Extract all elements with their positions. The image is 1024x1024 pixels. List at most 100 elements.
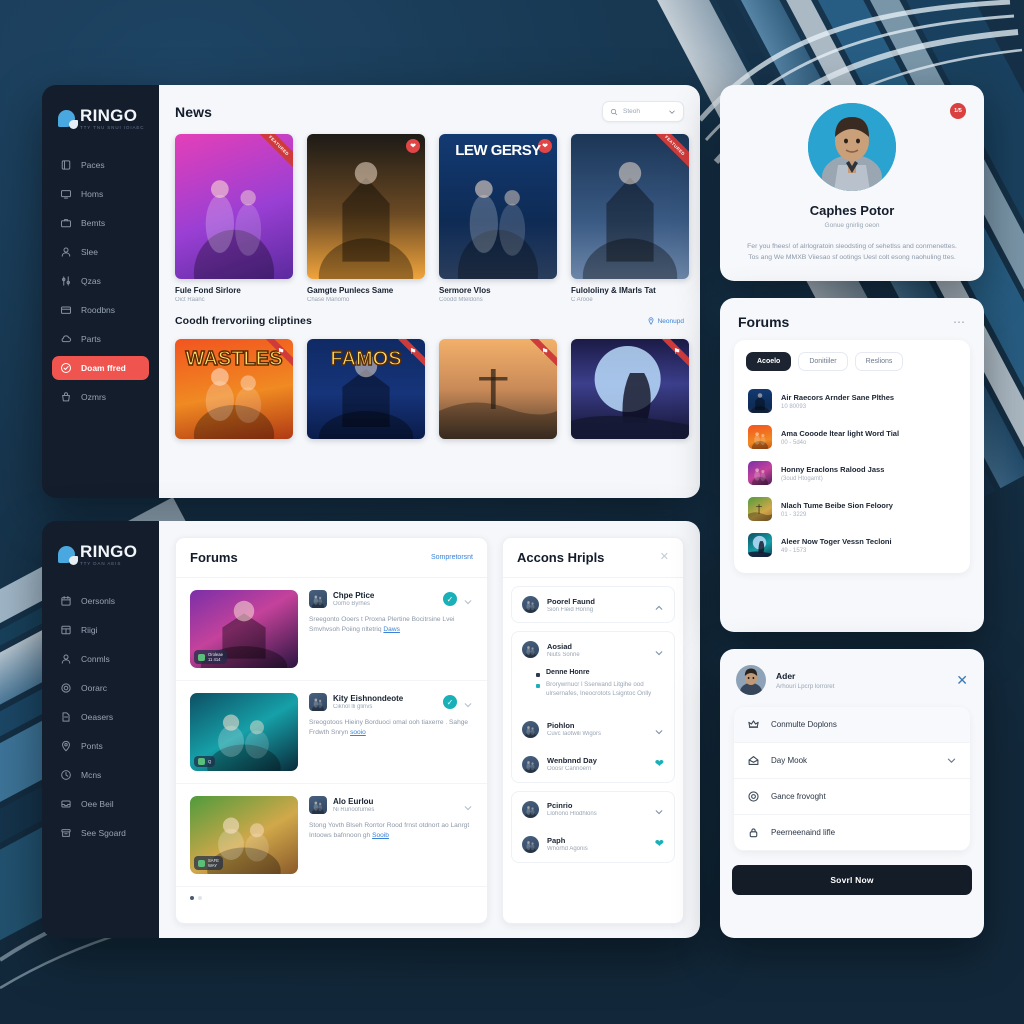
sidebar-item-4[interactable]: Qzas — [52, 269, 149, 293]
post-thumbnail[interactable]: Oroleae 11 414 — [190, 590, 298, 668]
sidebar-item-7[interactable]: Oee Beil — [52, 792, 149, 816]
sidebar-item-3[interactable]: Oorarc — [52, 676, 149, 700]
sidebar-item-2[interactable]: Bemts — [52, 211, 149, 235]
trending-card[interactable]: WASTLES ⚑ — [175, 339, 293, 439]
forum-post[interactable]: Q Kity Eishnondeote Ciknol lli glinvs ✓ Sreo… — [176, 681, 487, 784]
brand-logo-bottom[interactable]: RINGO TTY DAN AEIS — [52, 539, 149, 589]
chevron-down-icon[interactable] — [463, 803, 473, 813]
pagination-dot[interactable] — [190, 896, 194, 900]
access-row[interactable]: Paph Wnorhd Agonis ❤ — [512, 827, 674, 862]
sidebar-item-8[interactable]: See Sgoard — [52, 821, 149, 845]
notification-badge[interactable]: 1/5 — [950, 103, 966, 119]
trending-card-thumbnail[interactable]: ⚑ — [571, 339, 689, 439]
post-author-avatar[interactable] — [309, 796, 327, 814]
forums-tab[interactable]: Reslions — [854, 352, 904, 371]
news-card[interactable]: FEATURED Fule Fond Sirlore Oict Raanc — [175, 134, 293, 303]
forum-post[interactable]: SAFE WAY Alo Eurlou Ni Runoofumes Stong Yovt… — [176, 784, 487, 887]
flag-icon[interactable]: ⚑ — [406, 344, 420, 358]
sidebar-item-2[interactable]: Conmls — [52, 647, 149, 671]
pagination-dot[interactable] — [198, 896, 202, 900]
news-card-thumbnail[interactable]: FEATURED — [175, 134, 293, 279]
chevron-down-icon[interactable] — [463, 700, 473, 710]
flag-icon[interactable]: ⚑ — [538, 344, 552, 358]
chevron-down-icon[interactable] — [654, 727, 664, 737]
close-icon[interactable]: ✕ — [660, 552, 669, 563]
flag-icon[interactable]: ⚑ — [274, 344, 288, 358]
heart-icon[interactable]: ❤ — [655, 758, 664, 770]
trending-card[interactable]: ⚑ — [439, 339, 557, 439]
heart-badge-icon[interactable]: ❤ — [406, 139, 420, 153]
forums-list-item[interactable]: Aleer Now Toger Vessn Tecloni 49 - 1573 — [746, 527, 958, 563]
avatar[interactable] — [522, 800, 539, 818]
chevron-down-icon[interactable] — [463, 597, 473, 607]
chevron-up-icon[interactable] — [654, 600, 664, 610]
chevron-down-icon[interactable] — [654, 645, 664, 655]
chevron-down-icon[interactable] — [463, 594, 473, 607]
post-link[interactable]: Sooib — [372, 832, 389, 839]
news-card[interactable]: ❤ LEW GERSY Sermore Vlos Coodd Mteldons — [439, 134, 557, 303]
flag-icon[interactable]: ⚑ — [670, 344, 684, 358]
sidebar-item-5[interactable]: Ponts — [52, 734, 149, 758]
close-icon[interactable]: ✕ — [956, 673, 968, 687]
forums-tab[interactable]: Donitiiler — [798, 352, 848, 371]
trending-card-thumbnail[interactable]: FAMOS ⚑ — [307, 339, 425, 439]
avatar[interactable] — [522, 835, 539, 853]
save-button[interactable]: Sovrl Now — [732, 865, 972, 895]
access-row[interactable]: Poorel Faund Sion Fleid Honng — [512, 587, 674, 622]
forums-tab[interactable]: Acoelo — [746, 352, 792, 371]
sidebar-item-5[interactable]: Roodbns — [52, 298, 149, 322]
chevron-down-icon[interactable] — [463, 697, 473, 710]
options-row[interactable]: Day Mook — [734, 743, 970, 779]
chevron-down-icon[interactable] — [654, 724, 664, 737]
sidebar-item-0[interactable]: Oersonls — [52, 589, 149, 613]
access-row[interactable]: Aosiad Niuts Sonne — [512, 632, 674, 667]
chevron-down-icon[interactable] — [463, 800, 473, 813]
trending-card[interactable]: FAMOS ⚑ — [307, 339, 425, 439]
sidebar-item-1[interactable]: Homs — [52, 182, 149, 206]
chevron-up-icon[interactable] — [654, 603, 664, 613]
sidebar-item-6[interactable]: Parts — [52, 327, 149, 351]
avatar[interactable] — [522, 755, 539, 773]
avatar[interactable] — [808, 103, 896, 191]
heart-icon[interactable]: ❤ — [655, 838, 664, 850]
chevron-down-icon[interactable] — [654, 807, 664, 817]
forums-panel-action[interactable]: Sompretorsnt — [431, 554, 473, 561]
news-card-thumbnail[interactable]: ❤ — [307, 134, 425, 279]
access-row[interactable]: Pcinrio Llohono Hlodhlons — [512, 792, 674, 827]
trending-card[interactable]: ⚑ — [571, 339, 689, 439]
post-link[interactable]: Daws — [383, 626, 400, 633]
sidebar-item-3[interactable]: Slee — [52, 240, 149, 264]
forum-post[interactable]: Oroleae 11 414 Chpe Ptice Oorho Byrhes ✓ Sree… — [176, 578, 487, 681]
post-author-avatar[interactable] — [309, 693, 327, 711]
more-horizontal-icon[interactable]: ⋯ — [953, 316, 966, 328]
news-card-thumbnail[interactable]: ❤ LEW GERSY — [439, 134, 557, 279]
avatar[interactable] — [522, 720, 539, 738]
chevron-down-icon[interactable] — [668, 108, 676, 116]
options-row[interactable]: Gance frovoght — [734, 779, 970, 815]
options-row[interactable]: Conmulte Doplons — [734, 707, 970, 743]
chevron-down-icon[interactable] — [654, 804, 664, 817]
post-thumbnail[interactable]: Q — [190, 693, 298, 771]
post-link[interactable]: sooio — [350, 729, 366, 736]
avatar[interactable] — [522, 641, 539, 658]
sidebar-item-4[interactable]: Oeasers — [52, 705, 149, 729]
access-row[interactable]: Wenbnnd Day Ooosr Cannoern ❤ — [512, 747, 674, 782]
post-thumbnail[interactable]: SAFE WAY — [190, 796, 298, 874]
brand-logo-top[interactable]: RINGO TTY TNU SNUI IOIAEC — [52, 103, 149, 153]
forums-list-item[interactable]: Honny Eraclons Ralood Jass (3oud Htogamt) — [746, 455, 958, 491]
chevron-down-icon[interactable] — [946, 755, 957, 766]
news-card[interactable]: ❤ Gamgte Punlecs Same Chase Manomo — [307, 134, 425, 303]
sidebar-item-7[interactable]: Doam ffred — [52, 355, 149, 380]
forums-list-item[interactable]: Nlach Tume Beibe Sion Feloory 01 - 3229 — [746, 491, 958, 527]
news-card[interactable]: FEATURED Fulololiny & IMarls Tat C Arooe — [571, 134, 689, 303]
post-author-avatar[interactable] — [309, 590, 327, 608]
sidebar-item-6[interactable]: Mcns — [52, 763, 149, 787]
forums-pagination[interactable] — [176, 887, 487, 909]
chevron-down-icon[interactable] — [654, 648, 664, 658]
avatar[interactable] — [522, 596, 539, 613]
trending-link[interactable]: Neonupd — [647, 317, 684, 325]
forums-list-item[interactable]: Ama Cooode ltear light Word Tial 00 - 5d4… — [746, 419, 958, 455]
options-row[interactable]: Peerneenaind lifle — [734, 815, 970, 851]
access-row[interactable]: Piohlon Cuvc Iaotwili Wigors — [512, 712, 674, 747]
trending-card-thumbnail[interactable]: WASTLES ⚑ — [175, 339, 293, 439]
